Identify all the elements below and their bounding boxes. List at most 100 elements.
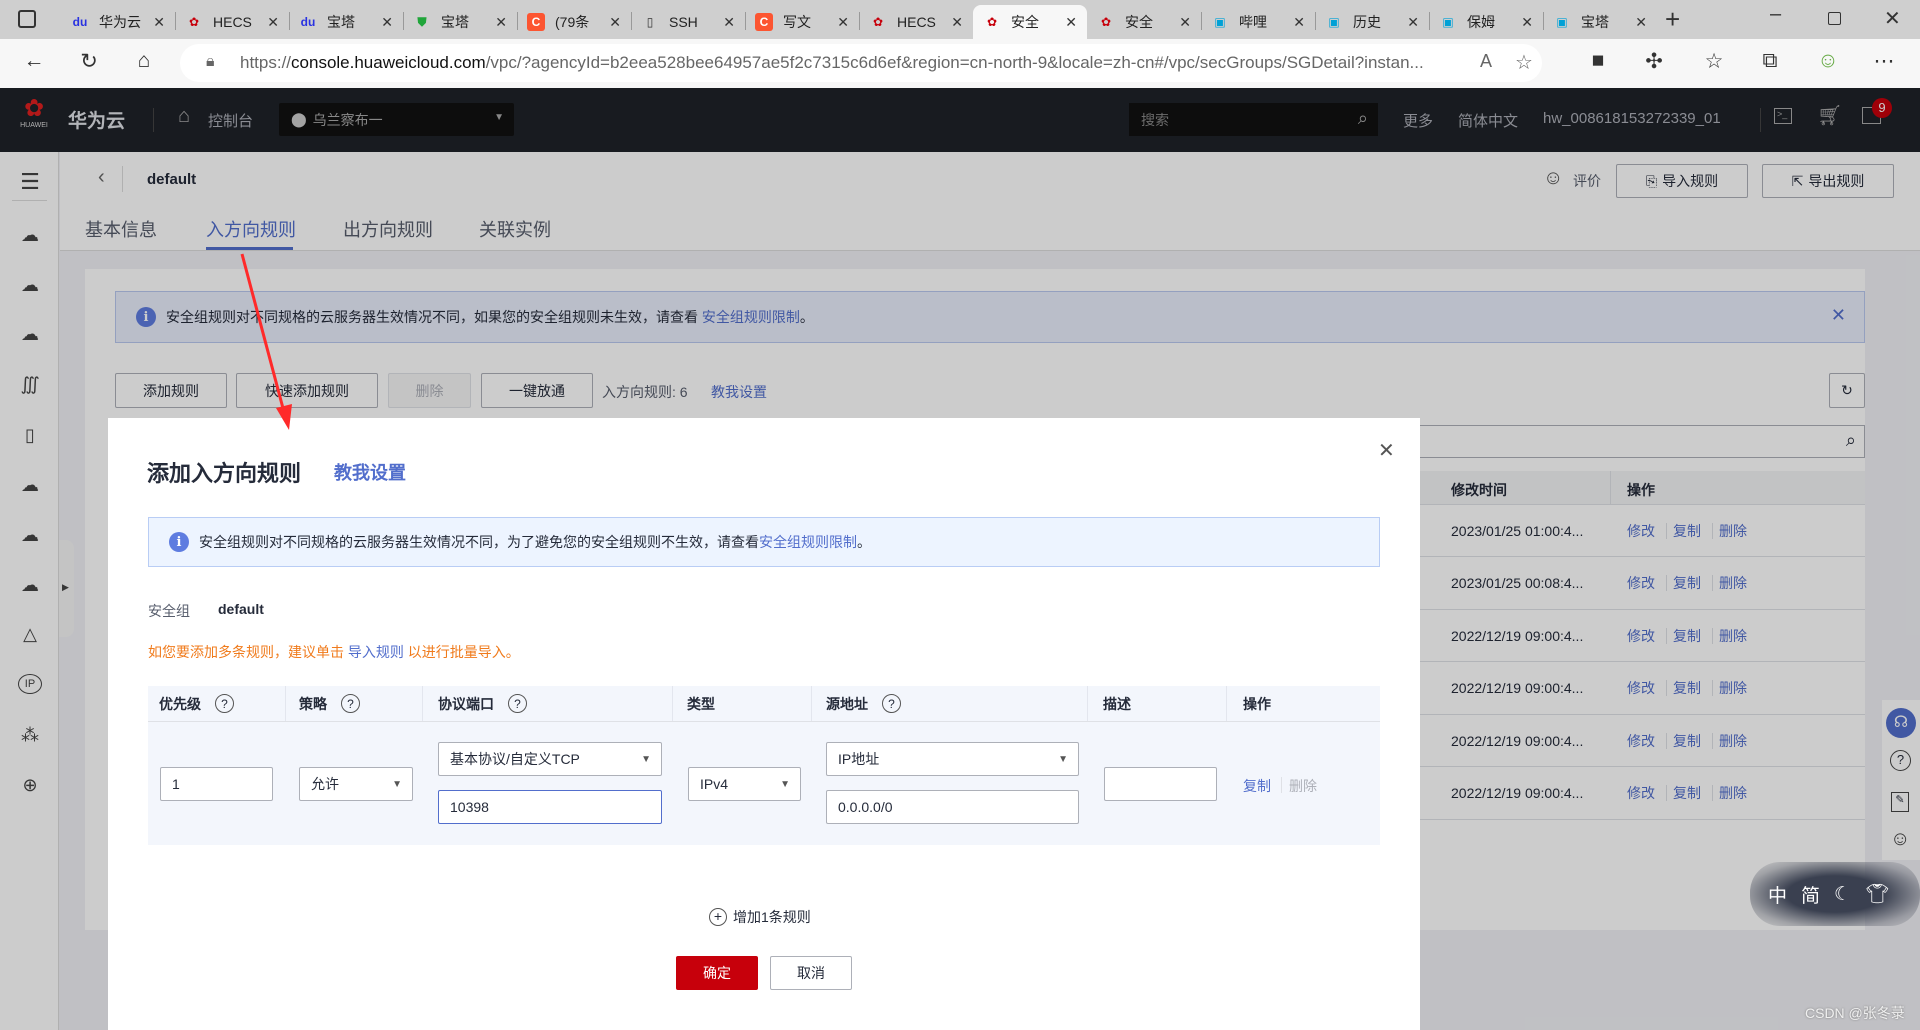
moon-icon[interactable]: ☾ — [1834, 883, 1851, 906]
ip-type-select[interactable]: IPv4 ▼ — [688, 767, 801, 801]
url-input[interactable]: 🔒︎ https://console.huaweicloud.com/vpc/?… — [180, 44, 1542, 82]
close-tab-icon[interactable]: ✕ — [1293, 14, 1305, 31]
tab-title: SSH — [669, 14, 698, 30]
browser-tab[interactable]: ✿ HECS ✕ — [859, 5, 973, 39]
batch-import-hint: 如您要添加多条规则，建议单击 导入规则 以进行批量导入。 — [148, 642, 520, 662]
close-tab-icon[interactable]: ✕ — [1635, 14, 1647, 31]
close-tab-icon[interactable]: ✕ — [951, 14, 963, 31]
col-source: 源地址? — [826, 686, 901, 721]
huawei-logo-icon: ✿ — [188, 15, 200, 29]
col-description: 描述 — [1103, 686, 1131, 721]
browser-tab[interactable]: ▣ 哔哩 ✕ — [1201, 5, 1315, 39]
close-tab-icon[interactable]: ✕ — [609, 14, 621, 31]
help-icon[interactable]: ? — [882, 694, 901, 713]
hint-import-link[interactable]: 导入规则 — [348, 644, 404, 660]
tab-title: (79条 — [555, 14, 590, 30]
tab-actions-icon[interactable] — [18, 10, 36, 28]
tab-separator — [1201, 12, 1202, 30]
policy-select[interactable]: 允许 ▼ — [299, 767, 413, 801]
favorites-icon[interactable]: ☆ — [1700, 49, 1728, 74]
action-divider — [1281, 777, 1282, 793]
tab-title: 哔哩 — [1239, 14, 1267, 30]
browser-tab[interactable]: ▯ SSH ✕ — [631, 5, 745, 39]
browser-tab[interactable]: ▣ 保姆 ✕ — [1429, 5, 1543, 39]
browser-tab[interactable]: du 宝塔 ✕ — [289, 5, 403, 39]
ime-widget[interactable]: 中 简 ☾ 👕︎ — [1750, 862, 1920, 926]
url-domain: console.huaweicloud.com — [291, 53, 486, 72]
tab-separator — [289, 12, 290, 30]
delete-row-link[interactable]: 删除 — [1289, 776, 1317, 796]
dialog-close-icon[interactable]: ✕ — [1378, 438, 1395, 463]
close-tab-icon[interactable]: ✕ — [1065, 14, 1077, 31]
close-tab-icon[interactable]: ✕ — [1407, 14, 1419, 31]
more-menu-icon[interactable]: ⋯ — [1870, 49, 1898, 74]
help-icon[interactable]: ? — [215, 694, 234, 713]
close-window-icon[interactable]: ✕ — [1884, 6, 1901, 31]
profile-avatar[interactable]: ☺ — [1814, 49, 1842, 73]
restore-icon[interactable] — [1828, 12, 1841, 25]
extensions-icon[interactable]: ✣ — [1640, 49, 1668, 74]
close-tab-icon[interactable]: ✕ — [1521, 14, 1533, 31]
shirt-icon[interactable]: 👕︎ — [1865, 882, 1889, 906]
dialog-title: 添加入方向规则 — [147, 461, 302, 486]
protocol-select[interactable]: 基本协议/自定义TCP ▼ — [438, 742, 662, 776]
confirm-button[interactable]: 确定 — [676, 956, 758, 990]
help-icon[interactable]: ? — [508, 694, 527, 713]
col-policy: 策略? — [299, 686, 360, 721]
close-tab-icon[interactable]: ✕ — [723, 14, 735, 31]
huawei-logo-icon: ✿ — [872, 15, 884, 29]
reload-icon[interactable]: ↻ — [75, 49, 103, 74]
help-icon[interactable]: ? — [341, 694, 360, 713]
cancel-button[interactable]: 取消 — [770, 956, 852, 990]
browser-tab[interactable]: C 写文 ✕ — [745, 5, 859, 39]
browser-tab[interactable]: ✿ HECS ✕ — [175, 5, 289, 39]
minimize-icon[interactable]: – — [1770, 3, 1781, 26]
browser-tab[interactable]: C (79条 ✕ — [517, 5, 631, 39]
favorite-add-icon[interactable]: ☆ — [1515, 50, 1533, 75]
browser-tab[interactable]: ✿ 安全 ✕ — [1087, 5, 1201, 39]
add-row-button[interactable]: + 增加1条规则 — [709, 907, 811, 927]
browser-tab[interactable]: ⛊ 宝塔 ✕ — [403, 5, 517, 39]
csdn-watermark: CSDN @张冬菉 — [1805, 1005, 1905, 1021]
tab-separator — [403, 12, 404, 30]
close-tab-icon[interactable]: ✕ — [381, 14, 393, 31]
source-type-select[interactable]: IP地址 ▼ — [826, 742, 1079, 776]
close-tab-icon[interactable]: ✕ — [153, 14, 165, 31]
back-icon[interactable]: ← — [20, 49, 48, 73]
new-tab-icon[interactable]: + — [1665, 4, 1680, 35]
close-tab-icon[interactable]: ✕ — [267, 14, 279, 31]
browser-tab[interactable]: ▣ 历史 ✕ — [1315, 5, 1429, 39]
dialog-help-link[interactable]: 教我设置 — [334, 459, 406, 485]
browser-tab[interactable]: ▣ 宝塔 ✕ — [1543, 5, 1657, 39]
close-tab-icon[interactable]: ✕ — [495, 14, 507, 31]
dialog-info-text: 安全组规则对不同规格的云服务器生效情况不同，为了避免您的安全组规则不生效，请查看 — [199, 534, 759, 550]
description-input[interactable] — [1104, 767, 1217, 801]
add-row-label: 增加1条规则 — [733, 909, 811, 925]
read-aloud-icon[interactable]: A — [1480, 51, 1492, 72]
tab-separator — [517, 12, 518, 30]
close-tab-icon[interactable]: ✕ — [837, 14, 849, 31]
close-tab-icon[interactable]: ✕ — [1179, 14, 1191, 31]
bilibili-icon: ▣ — [1556, 15, 1568, 29]
source-address-input[interactable]: 0.0.0.0/0 — [826, 790, 1079, 824]
copy-row-link[interactable]: 复制 — [1243, 776, 1271, 796]
tab-title: 安全 — [1125, 14, 1153, 30]
csdn-c-icon: C — [527, 13, 545, 31]
bilibili-icon: ▣ — [1442, 15, 1454, 29]
collections-icon[interactable]: ⧉ — [1756, 49, 1784, 73]
col-divider — [1226, 686, 1227, 721]
security-group-value: default — [218, 601, 264, 617]
dialog-info-link[interactable]: 安全组规则限制 — [759, 532, 857, 552]
lock-icon[interactable]: 🔒︎ — [206, 53, 215, 71]
col-actions: 操作 — [1243, 686, 1271, 721]
security-group-label: 安全组 — [148, 603, 190, 619]
priority-input[interactable]: 1 — [160, 767, 273, 801]
port-input[interactable]: 10398 — [438, 790, 662, 824]
ime-language[interactable]: 中 — [1768, 881, 1787, 908]
browser-tab[interactable]: ✿ 安全 ✕ — [973, 5, 1087, 39]
home-icon[interactable]: ⌂ — [130, 49, 158, 73]
ime-mode[interactable]: 简 — [1801, 881, 1820, 908]
extension-game-icon[interactable]: ■ — [1584, 49, 1612, 73]
browser-tab[interactable]: du 华为云 ✕ — [61, 5, 175, 39]
tab-separator — [631, 12, 632, 30]
